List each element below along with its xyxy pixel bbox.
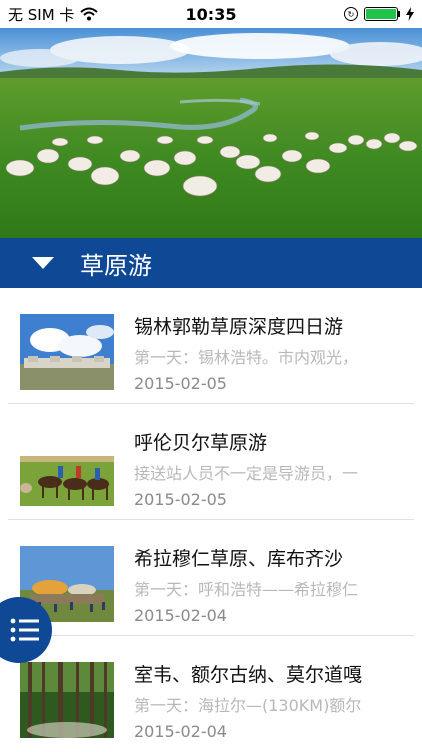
section-header[interactable]: 草原游 <box>0 238 422 288</box>
tour-description: 第一天：海拉尔—(130KM)额尔 <box>134 696 362 715</box>
rotation-lock-icon: ↻ <box>344 7 358 21</box>
tour-description: 第一天：呼和浩特——希拉穆仁 <box>134 580 359 599</box>
wifi-icon <box>80 7 99 21</box>
battery-icon <box>364 7 398 21</box>
tour-thumbnail <box>20 314 114 390</box>
status-bar: 无 SIM 卡 10:35 ↻ <box>0 0 422 28</box>
list-menu-icon <box>10 618 39 642</box>
tour-title: 室韦、额尔古纳、莫尔道嘎 <box>134 664 363 686</box>
tour-date: 2015-02-04 <box>134 722 227 741</box>
tour-description: 接送站人员不一定是导游员，一 <box>134 464 359 483</box>
tour-description: 第一天：锡林浩特。市内观光， <box>134 348 359 367</box>
tour-list: 锡林郭勒草原深度四日游 第一天：锡林浩特。市内观光， 2015-02-05 呼伦… <box>0 288 422 752</box>
charging-bolt-icon <box>406 7 414 21</box>
tour-date: 2015-02-05 <box>134 374 227 393</box>
tour-date: 2015-02-05 <box>134 490 227 509</box>
list-item[interactable]: 室韦、额尔古纳、莫尔道嘎 第一天：海拉尔—(130KM)额尔 2015-02-0… <box>0 636 422 752</box>
tour-thumbnail <box>20 662 114 738</box>
section-title: 草原游 <box>80 251 152 280</box>
list-item[interactable]: 希拉穆仁草原、库布齐沙 第一天：呼和浩特——希拉穆仁 2015-02-04 <box>0 520 422 636</box>
hero-grassland-image <box>0 28 422 238</box>
collapse-triangle-icon[interactable] <box>32 257 54 269</box>
carrier-label: 无 SIM 卡 <box>8 5 75 24</box>
tour-title: 呼伦贝尔草原游 <box>134 432 268 454</box>
tour-title: 希拉穆仁草原、库布齐沙 <box>134 548 344 570</box>
list-item[interactable]: 锡林郭勒草原深度四日游 第一天：锡林浩特。市内观光， 2015-02-05 <box>0 288 422 404</box>
tour-thumbnail <box>20 430 114 506</box>
status-right: ↻ <box>344 7 422 21</box>
list-item[interactable]: 呼伦贝尔草原游 接送站人员不一定是导游员，一 2015-02-05 <box>0 404 422 520</box>
tour-date: 2015-02-04 <box>134 606 227 625</box>
tour-title: 锡林郭勒草原深度四日游 <box>134 316 344 338</box>
status-left: 无 SIM 卡 <box>0 4 99 25</box>
status-time: 10:35 <box>185 4 237 24</box>
